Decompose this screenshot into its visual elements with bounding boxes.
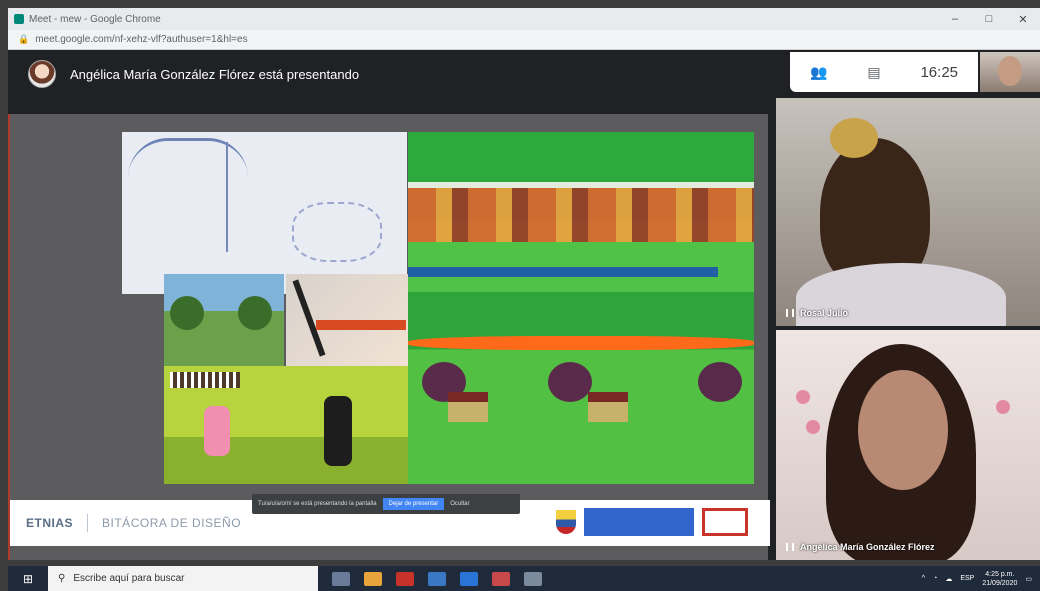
taskbar-apps bbox=[332, 571, 542, 586]
meet-window: Angélica María González Flórez está pres… bbox=[8, 50, 1040, 560]
windows-taskbar: ⊞ ⚲ Escribe aquí para buscar ^ ◔ ☁ ESP 4… bbox=[8, 566, 1040, 591]
participant-name: Angélica María González Flórez bbox=[800, 542, 935, 552]
screen: Meet - mew - Google Chrome – □ ✕ 🔒 meet.… bbox=[0, 0, 1040, 591]
close-icon[interactable]: ✕ bbox=[1006, 13, 1040, 26]
meeting-clock: 16:25 bbox=[920, 63, 959, 81]
app-icon-red[interactable] bbox=[396, 571, 414, 586]
address-bar[interactable]: 🔒 meet.google.com/nf-xehz-vlf?authuser=1… bbox=[8, 30, 1040, 50]
government-logo bbox=[584, 508, 694, 536]
language-indicator[interactable]: ESP bbox=[960, 575, 974, 582]
self-view[interactable] bbox=[980, 52, 1040, 92]
presenting-toast: Tu/a/u/a/o/n/ se está presentando la pan… bbox=[252, 494, 520, 514]
clock-time: 4:25 p.m. bbox=[985, 570, 1015, 578]
collage-photo-trees bbox=[164, 274, 284, 366]
divider bbox=[87, 514, 89, 532]
presenter-avatar bbox=[28, 60, 56, 88]
presenter-bar: Angélica María González Flórez está pres… bbox=[8, 50, 768, 98]
lock-icon: 🔒 bbox=[18, 34, 30, 44]
paint-icon[interactable] bbox=[524, 571, 542, 586]
wall-decoration bbox=[796, 390, 810, 404]
search-placeholder[interactable]: Escribe aquí para buscar bbox=[73, 573, 184, 584]
participant-label: Angélica María González Flórez bbox=[786, 542, 935, 552]
headband bbox=[830, 118, 878, 158]
clock-date: 21/09/2020 bbox=[982, 579, 1018, 587]
url-text[interactable]: meet.google.com/nf-xehz-vlf?authuser=1&h… bbox=[35, 34, 247, 45]
mural-photo-bottom bbox=[408, 292, 754, 484]
clock[interactable]: 4:25 p.m. 21/09/2020 bbox=[982, 570, 1017, 588]
participant-tile-2[interactable]: Angélica María González Flórez bbox=[776, 330, 1040, 560]
app-icon-store[interactable] bbox=[492, 571, 510, 586]
colombia-shield-icon bbox=[556, 510, 576, 534]
windows-start-icon[interactable]: ⊞ bbox=[8, 572, 48, 586]
collage-photo-abstract bbox=[286, 274, 408, 366]
taskbar-search[interactable]: ⚲ Escribe aquí para buscar bbox=[48, 566, 318, 591]
meet-toolbar: 👥 ▤ 16:25 bbox=[790, 52, 978, 92]
maximize-icon[interactable]: □ bbox=[972, 13, 1006, 26]
participant-tile-1[interactable]: Rosal Julio bbox=[776, 98, 1040, 326]
mail-icon[interactable] bbox=[460, 571, 478, 586]
sponsor-logos bbox=[556, 508, 748, 536]
system-tray: ^ ◔ ☁ ESP 4:25 p.m. 21/09/2020 ▭ bbox=[922, 566, 1032, 591]
people-icon[interactable]: 👥 bbox=[810, 64, 827, 81]
notifications-icon[interactable]: ▭ bbox=[1025, 575, 1032, 583]
chrome-icon[interactable] bbox=[364, 571, 382, 586]
file-explorer-icon[interactable] bbox=[428, 571, 446, 586]
artesanias-logo bbox=[702, 508, 748, 536]
meet-logo-icon bbox=[14, 14, 24, 24]
cloud-icon[interactable]: ☁ bbox=[945, 575, 952, 583]
slide-tag-etnias: ETNIAS bbox=[26, 516, 74, 530]
mural-photo-top bbox=[408, 132, 754, 292]
collage-photo-figures bbox=[164, 366, 408, 484]
window-controls: – □ ✕ bbox=[938, 13, 1040, 26]
window-title: Meet - mew - Google Chrome bbox=[29, 13, 161, 25]
tray-arrow-icon[interactable]: ^ bbox=[922, 575, 925, 582]
toast-message: Tu/a/u/a/o/n/ se está presentando la pan… bbox=[258, 501, 377, 507]
slide-tag-bitacora: BITÁCORA DE DISEÑO bbox=[102, 516, 242, 530]
slide-collage bbox=[122, 132, 754, 484]
mic-icon bbox=[786, 543, 794, 551]
stop-presenting-button[interactable]: Dejar de presentar bbox=[382, 498, 445, 510]
participant-label: Rosal Julio bbox=[786, 308, 848, 318]
task-view-icon[interactable] bbox=[332, 571, 350, 586]
browser-titlebar: Meet - mew - Google Chrome – □ ✕ bbox=[8, 8, 1040, 30]
mic-icon bbox=[786, 309, 794, 317]
search-icon: ⚲ bbox=[58, 573, 66, 584]
network-icon[interactable]: ◔ bbox=[933, 575, 937, 582]
self-face bbox=[998, 56, 1022, 86]
presenter-text: Angélica María González Flórez está pres… bbox=[70, 66, 360, 82]
minimize-icon[interactable]: – bbox=[938, 13, 972, 26]
hide-button[interactable]: Ocultar bbox=[450, 501, 469, 507]
participant-face bbox=[858, 370, 948, 490]
chat-icon[interactable]: ▤ bbox=[867, 64, 880, 81]
drawing-photo bbox=[122, 132, 407, 294]
participant-name: Rosal Julio bbox=[800, 308, 849, 318]
